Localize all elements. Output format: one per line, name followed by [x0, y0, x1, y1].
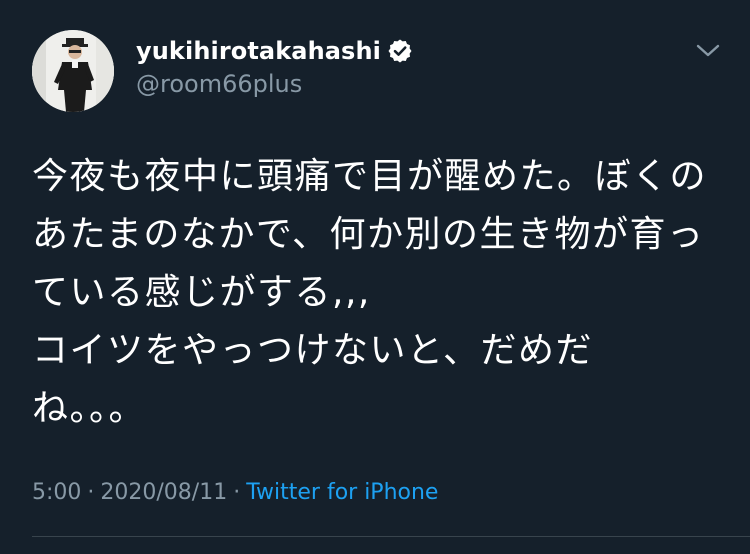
verified-badge-icon — [387, 38, 413, 64]
tweet-card: yukihirotakahashi @room66plus 今夜も夜中に頭痛で目… — [0, 0, 750, 554]
separator: · — [233, 480, 241, 505]
user-handle[interactable]: @room66plus — [136, 70, 302, 98]
avatar[interactable] — [32, 30, 114, 112]
tweet-time[interactable]: 5:00 — [32, 480, 81, 505]
separator: · — [87, 480, 95, 505]
tweet-metadata: 5:00 · 2020/08/11 · Twitter for iPhone — [32, 480, 438, 505]
name-row[interactable]: yukihirotakahashi — [136, 34, 413, 68]
display-name[interactable]: yukihirotakahashi — [136, 37, 381, 65]
avatar-image — [32, 30, 114, 112]
chevron-down-icon[interactable] — [694, 38, 722, 62]
tweet-source-link[interactable]: Twitter for iPhone — [246, 480, 438, 505]
tweet-text: 今夜も夜中に頭痛で目が醒めた。ぼくの あたまのなかで、何か別の生き物が育っ てい… — [32, 156, 708, 429]
tweet-date[interactable]: 2020/08/11 — [100, 480, 227, 505]
divider — [32, 536, 750, 537]
